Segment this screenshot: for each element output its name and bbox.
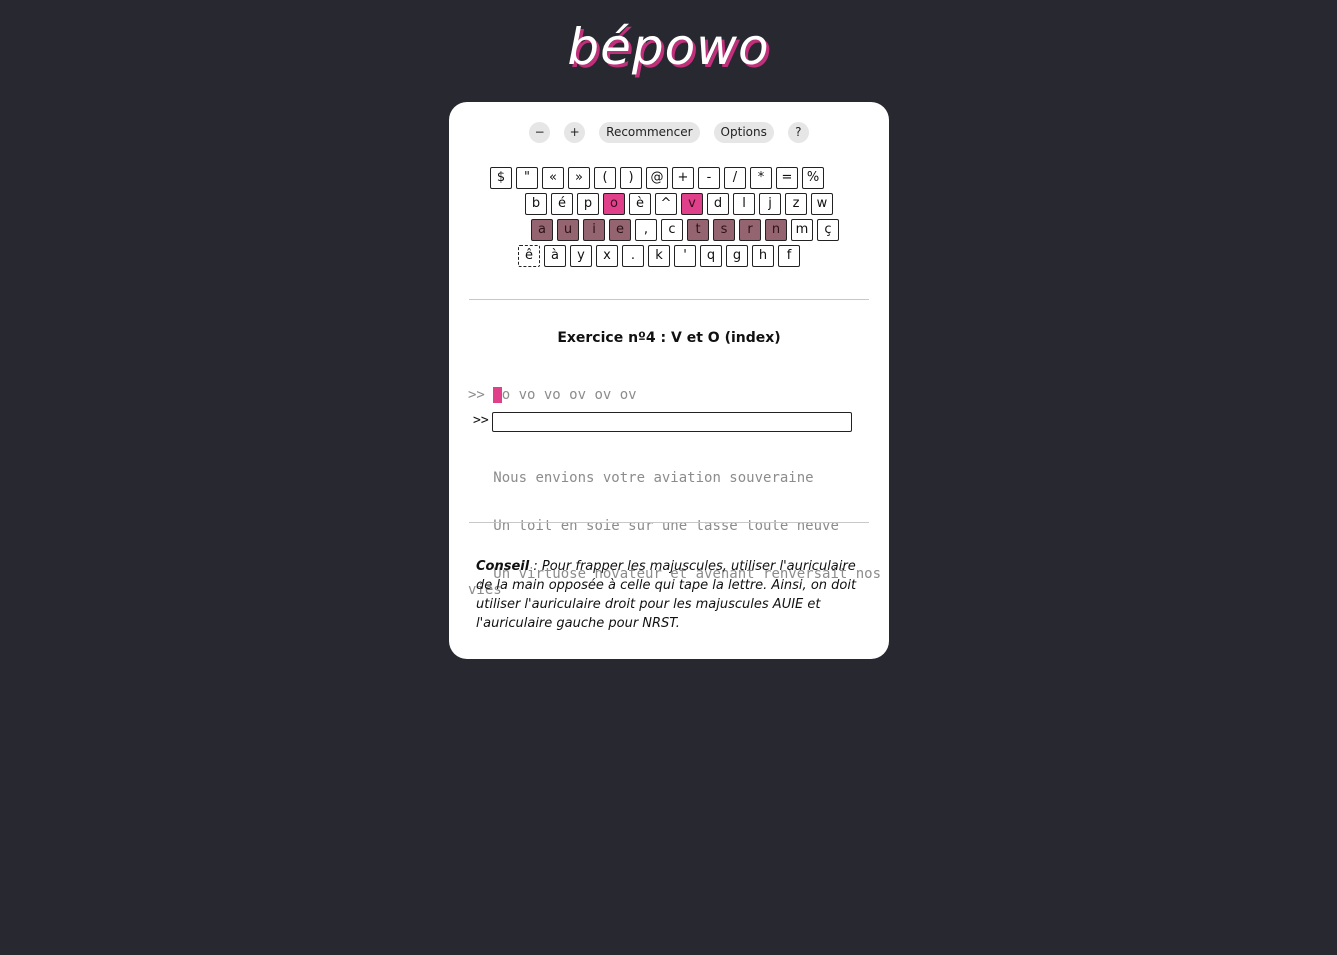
key: * bbox=[750, 167, 772, 189]
key: g bbox=[726, 245, 748, 267]
key: m bbox=[791, 219, 813, 241]
key: c bbox=[661, 219, 683, 241]
key: é bbox=[551, 193, 573, 215]
key: @ bbox=[646, 167, 668, 189]
remaining-text: o vo vo ov ov ov bbox=[501, 387, 637, 403]
key: ç bbox=[817, 219, 839, 241]
key: » bbox=[568, 167, 590, 189]
key: h bbox=[752, 245, 774, 267]
key: f bbox=[778, 245, 800, 267]
key: . bbox=[622, 245, 644, 267]
key: è bbox=[629, 193, 651, 215]
key: p bbox=[577, 193, 599, 215]
key: ^ bbox=[655, 193, 677, 215]
key: ê bbox=[518, 245, 540, 267]
exercise-card: − + Recommencer Options ? $ " «»() @ + - / * =% b… bbox=[449, 102, 889, 659]
key: a bbox=[531, 219, 553, 241]
key: u bbox=[557, 219, 579, 241]
target-text: >> vo vo vo ov ov ov bbox=[468, 386, 637, 404]
upcoming-line: Nous envions votre aviation souveraine bbox=[493, 470, 814, 486]
keyboard-layout: $ " «»() @ + - / * =% b é p o è ^ v d l j z w a u i e, c t s r n m ç ê à y… bbox=[449, 102, 889, 302]
typing-input[interactable] bbox=[492, 412, 852, 432]
key: / bbox=[724, 167, 746, 189]
key: t bbox=[687, 219, 709, 241]
key: y bbox=[570, 245, 592, 267]
key: k bbox=[648, 245, 670, 267]
key: ) bbox=[620, 167, 642, 189]
prompt-marker: >> bbox=[468, 387, 494, 403]
key: % bbox=[802, 167, 824, 189]
key: b bbox=[525, 193, 547, 215]
key: , bbox=[635, 219, 657, 241]
key: + bbox=[672, 167, 694, 189]
key: d bbox=[707, 193, 729, 215]
key: ' bbox=[674, 245, 696, 267]
key: s bbox=[713, 219, 735, 241]
key: " bbox=[516, 167, 538, 189]
key: v bbox=[681, 193, 703, 215]
key: « bbox=[542, 167, 564, 189]
key: l bbox=[733, 193, 755, 215]
key: à bbox=[544, 245, 566, 267]
key: $ bbox=[490, 167, 512, 189]
key: r bbox=[739, 219, 761, 241]
key: - bbox=[698, 167, 720, 189]
tip-box: Conseil : Pour frapper les majuscules, u… bbox=[476, 559, 857, 631]
key: z bbox=[785, 193, 807, 215]
divider bbox=[469, 522, 869, 523]
divider bbox=[469, 299, 869, 300]
tip-label: Conseil bbox=[476, 559, 530, 574]
key: q bbox=[700, 245, 722, 267]
key: i bbox=[583, 219, 605, 241]
key: e bbox=[609, 219, 631, 241]
current-character: v bbox=[493, 387, 502, 403]
exercise-title: Exercice nº4 : V et O (index) bbox=[557, 330, 781, 346]
key: o bbox=[603, 193, 625, 215]
key: n bbox=[765, 219, 787, 241]
key: w bbox=[811, 193, 833, 215]
input-prompt-label: >> bbox=[473, 413, 489, 428]
app-logo: bépowo bbox=[567, 18, 770, 76]
key: j bbox=[759, 193, 781, 215]
key: x bbox=[596, 245, 618, 267]
key: = bbox=[776, 167, 798, 189]
upcoming-line: Un toit en soie sur une tasse toute neuv… bbox=[493, 518, 839, 534]
key: ( bbox=[594, 167, 616, 189]
